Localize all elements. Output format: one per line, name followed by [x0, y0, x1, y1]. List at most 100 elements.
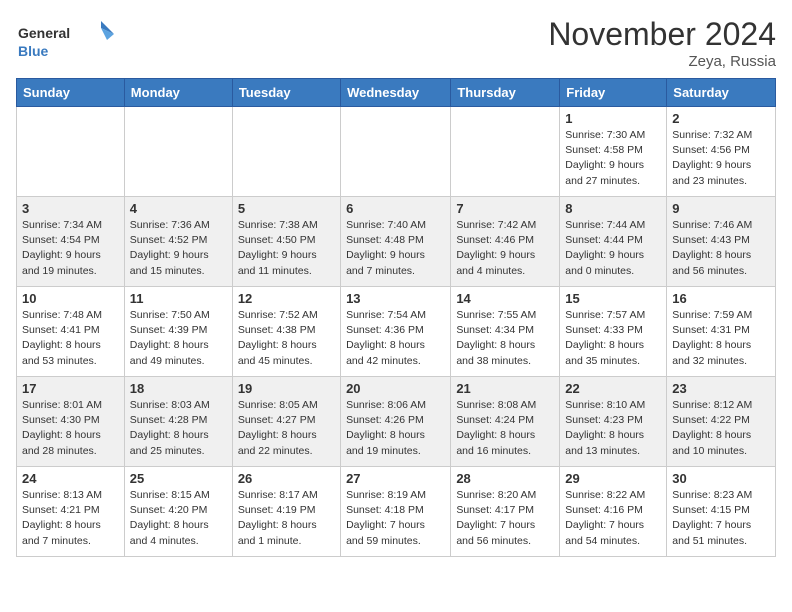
title-block: November 2024 Zeya, Russia: [548, 16, 776, 70]
day-number: 8: [565, 201, 661, 216]
day-number: 5: [238, 201, 335, 216]
day-info: Sunrise: 7:59 AM Sunset: 4:31 PM Dayligh…: [672, 308, 770, 369]
calendar-cell: 14 Sunrise: 7:55 AM Sunset: 4:34 PM Dayli…: [451, 287, 560, 377]
day-info: Sunrise: 7:40 AM Sunset: 4:48 PM Dayligh…: [346, 218, 445, 279]
day-number: 25: [130, 471, 227, 486]
day-number: 14: [456, 291, 554, 306]
day-number: 7: [456, 201, 554, 216]
calendar-week-3: 10 Sunrise: 7:48 AM Sunset: 4:41 PM Dayli…: [17, 287, 776, 377]
day-info: Sunrise: 8:22 AM Sunset: 4:16 PM Dayligh…: [565, 488, 661, 549]
calendar-cell: 3Sunrise: 7:34 AM Sunset: 4:54 PM Daylig…: [17, 197, 125, 287]
day-info: Sunrise: 7:48 AM Sunset: 4:41 PM Dayligh…: [22, 308, 119, 369]
calendar-cell: [124, 107, 232, 197]
logo-svg: General Blue: [16, 16, 116, 66]
calendar-cell: 23 Sunrise: 8:12 AM Sunset: 4:22 PM Dayli…: [667, 377, 776, 467]
svg-text:General: General: [18, 25, 70, 41]
calendar-cell: 16 Sunrise: 7:59 AM Sunset: 4:31 PM Dayli…: [667, 287, 776, 377]
calendar-cell: 15Sunrise: 7:57 AM Sunset: 4:33 PM Dayli…: [560, 287, 667, 377]
day-number: 6: [346, 201, 445, 216]
weekday-header-thursday: Thursday: [451, 79, 560, 107]
day-info: Sunrise: 8:10 AM Sunset: 4:23 PM Dayligh…: [565, 398, 661, 459]
day-number: 27: [346, 471, 445, 486]
day-number: 30: [672, 471, 770, 486]
day-number: 11: [130, 291, 227, 306]
weekday-header-row: SundayMondayTuesdayWednesdayThursdayFrid…: [17, 79, 776, 107]
calendar-cell: 17 Sunrise: 8:01 AM Sunset: 4:30 PM Dayli…: [17, 377, 125, 467]
calendar-cell: [451, 107, 560, 197]
day-number: 13: [346, 291, 445, 306]
day-info: Sunrise: 7:46 AM Sunset: 4:43 PM Dayligh…: [672, 218, 770, 279]
logo: General Blue: [16, 16, 116, 66]
day-info: Sunrise: 8:20 AM Sunset: 4:17 PM Dayligh…: [456, 488, 554, 549]
calendar-cell: 7 Sunrise: 7:42 AM Sunset: 4:46 PM Daylig…: [451, 197, 560, 287]
day-number: 3: [22, 201, 119, 216]
calendar-cell: 19 Sunrise: 8:05 AM Sunset: 4:27 PM Dayli…: [232, 377, 340, 467]
day-number: 10: [22, 291, 119, 306]
location: Zeya, Russia: [548, 53, 776, 70]
calendar-cell: [232, 107, 340, 197]
calendar-cell: [341, 107, 451, 197]
day-info: Sunrise: 8:13 AM Sunset: 4:21 PM Dayligh…: [22, 488, 119, 549]
calendar-cell: 9 Sunrise: 7:46 AM Sunset: 4:43 PM Daylig…: [667, 197, 776, 287]
svg-text:Blue: Blue: [18, 43, 49, 59]
calendar-cell: 8Sunrise: 7:44 AM Sunset: 4:44 PM Daylig…: [560, 197, 667, 287]
day-number: 18: [130, 381, 227, 396]
day-number: 2: [672, 111, 770, 126]
calendar-cell: 4 Sunrise: 7:36 AM Sunset: 4:52 PM Daylig…: [124, 197, 232, 287]
calendar-cell: 26 Sunrise: 8:17 AM Sunset: 4:19 PM Dayli…: [232, 467, 340, 557]
day-info: Sunrise: 8:17 AM Sunset: 4:19 PM Dayligh…: [238, 488, 335, 549]
day-info: Sunrise: 8:01 AM Sunset: 4:30 PM Dayligh…: [22, 398, 119, 459]
weekday-header-tuesday: Tuesday: [232, 79, 340, 107]
day-number: 26: [238, 471, 335, 486]
day-info: Sunrise: 8:12 AM Sunset: 4:22 PM Dayligh…: [672, 398, 770, 459]
day-number: 16: [672, 291, 770, 306]
day-number: 19: [238, 381, 335, 396]
calendar-cell: 5 Sunrise: 7:38 AM Sunset: 4:50 PM Daylig…: [232, 197, 340, 287]
day-number: 28: [456, 471, 554, 486]
calendar-cell: 10 Sunrise: 7:48 AM Sunset: 4:41 PM Dayli…: [17, 287, 125, 377]
day-info: Sunrise: 7:30 AM Sunset: 4:58 PM Dayligh…: [565, 128, 661, 189]
day-info: Sunrise: 8:19 AM Sunset: 4:18 PM Dayligh…: [346, 488, 445, 549]
calendar-cell: 22 Sunrise: 8:10 AM Sunset: 4:23 PM Dayli…: [560, 377, 667, 467]
weekday-header-sunday: Sunday: [17, 79, 125, 107]
day-info: Sunrise: 8:05 AM Sunset: 4:27 PM Dayligh…: [238, 398, 335, 459]
day-info: Sunrise: 7:50 AM Sunset: 4:39 PM Dayligh…: [130, 308, 227, 369]
day-info: Sunrise: 7:36 AM Sunset: 4:52 PM Dayligh…: [130, 218, 227, 279]
month-title: November 2024: [548, 16, 776, 53]
calendar-week-5: 24 Sunrise: 8:13 AM Sunset: 4:21 PM Dayli…: [17, 467, 776, 557]
day-number: 9: [672, 201, 770, 216]
calendar-cell: 18 Sunrise: 8:03 AM Sunset: 4:28 PM Dayli…: [124, 377, 232, 467]
calendar-cell: 1 Sunrise: 7:30 AM Sunset: 4:58 PM Daylig…: [560, 107, 667, 197]
day-info: Sunrise: 8:08 AM Sunset: 4:24 PM Dayligh…: [456, 398, 554, 459]
day-info: Sunrise: 8:03 AM Sunset: 4:28 PM Dayligh…: [130, 398, 227, 459]
day-number: 22: [565, 381, 661, 396]
day-number: 23: [672, 381, 770, 396]
day-number: 17: [22, 381, 119, 396]
calendar-cell: 21 Sunrise: 8:08 AM Sunset: 4:24 PM Dayli…: [451, 377, 560, 467]
calendar-cell: 27 Sunrise: 8:19 AM Sunset: 4:18 PM Dayli…: [341, 467, 451, 557]
day-info: Sunrise: 7:57 AM Sunset: 4:33 PM Dayligh…: [565, 308, 661, 369]
day-number: 1: [565, 111, 661, 126]
day-number: 4: [130, 201, 227, 216]
calendar-cell: 30 Sunrise: 8:23 AM Sunset: 4:15 PM Dayli…: [667, 467, 776, 557]
calendar-cell: 12Sunrise: 7:52 AM Sunset: 4:38 PM Dayli…: [232, 287, 340, 377]
calendar-week-4: 17 Sunrise: 8:01 AM Sunset: 4:30 PM Dayli…: [17, 377, 776, 467]
day-number: 24: [22, 471, 119, 486]
calendar-cell: 6 Sunrise: 7:40 AM Sunset: 4:48 PM Daylig…: [341, 197, 451, 287]
day-info: Sunrise: 7:42 AM Sunset: 4:46 PM Dayligh…: [456, 218, 554, 279]
weekday-header-wednesday: Wednesday: [341, 79, 451, 107]
weekday-header-friday: Friday: [560, 79, 667, 107]
page-header: General Blue November 2024 Zeya, Russia: [16, 16, 776, 70]
day-info: Sunrise: 7:38 AM Sunset: 4:50 PM Dayligh…: [238, 218, 335, 279]
day-info: Sunrise: 7:54 AM Sunset: 4:36 PM Dayligh…: [346, 308, 445, 369]
day-info: Sunrise: 7:55 AM Sunset: 4:34 PM Dayligh…: [456, 308, 554, 369]
day-info: Sunrise: 8:23 AM Sunset: 4:15 PM Dayligh…: [672, 488, 770, 549]
day-info: Sunrise: 8:06 AM Sunset: 4:26 PM Dayligh…: [346, 398, 445, 459]
day-number: 21: [456, 381, 554, 396]
day-number: 20: [346, 381, 445, 396]
day-number: 12: [238, 291, 335, 306]
calendar-week-1: 1 Sunrise: 7:30 AM Sunset: 4:58 PM Daylig…: [17, 107, 776, 197]
day-number: 29: [565, 471, 661, 486]
day-info: Sunrise: 7:32 AM Sunset: 4:56 PM Dayligh…: [672, 128, 770, 189]
calendar-cell: 20 Sunrise: 8:06 AM Sunset: 4:26 PM Dayli…: [341, 377, 451, 467]
